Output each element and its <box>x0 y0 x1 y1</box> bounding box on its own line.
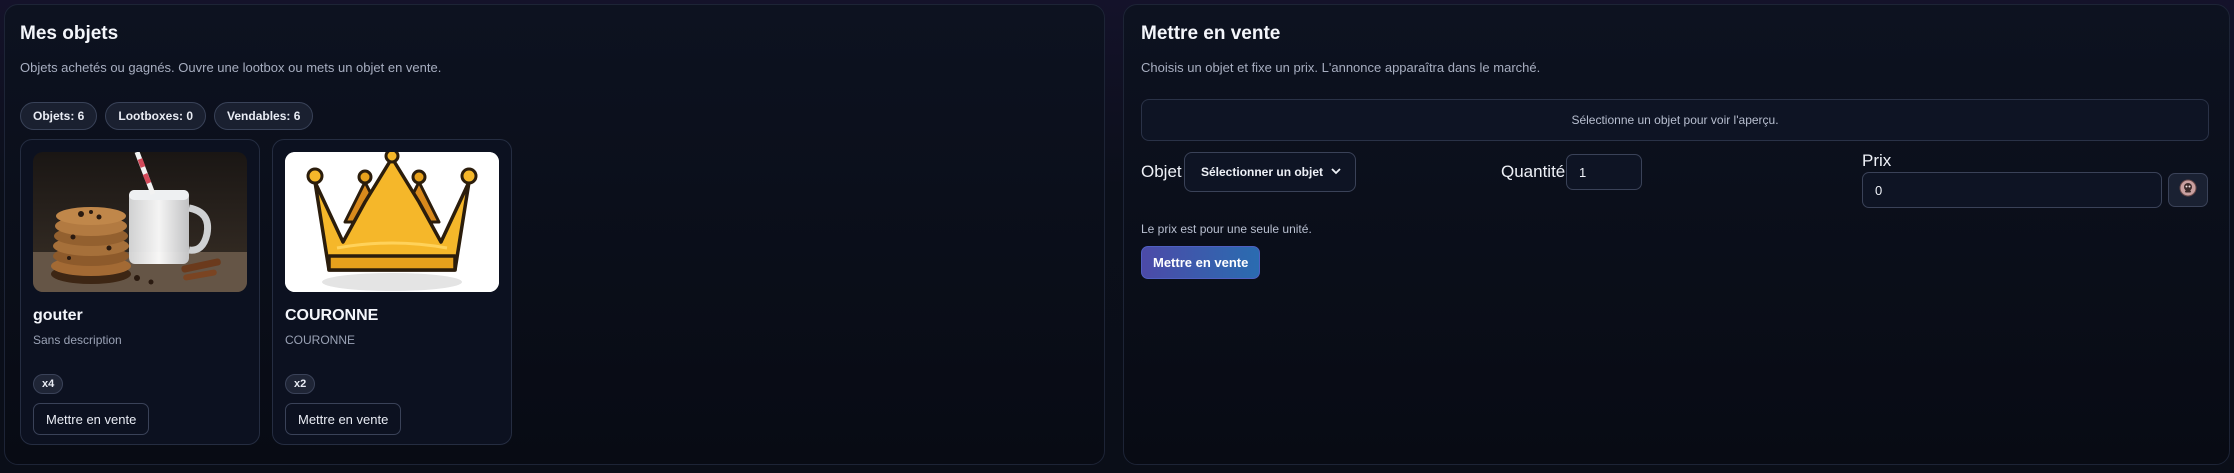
chevron-down-icon <box>1331 167 1341 178</box>
item-description: Sans description <box>33 333 122 347</box>
object-label: Objet <box>1141 162 1182 181</box>
currency-button[interactable] <box>2168 173 2208 207</box>
item-grid: gouter Sans description x4 Mettre en ven… <box>20 139 512 445</box>
item-card-gouter: gouter Sans description x4 Mettre en ven… <box>20 139 260 445</box>
item-quantity-badge: x4 <box>33 374 64 394</box>
sell-item-button[interactable]: Mettre en vente <box>285 403 402 435</box>
price-label: Prix <box>1862 151 1892 170</box>
inventory-title: Mes objets <box>20 23 119 44</box>
item-name: COURONNE <box>285 307 379 324</box>
sell-subtitle: Choisis un objet et fixe un prix. L'anno… <box>1141 60 1541 75</box>
quantity-input[interactable] <box>1566 154 1642 190</box>
item-name: gouter <box>33 307 83 324</box>
price-hint: Le prix est pour une seule unité. <box>1141 222 1312 236</box>
item-preview: Sélectionne un objet pour voir l'aperçu. <box>1141 99 2209 141</box>
cookies-milk-image <box>33 152 247 292</box>
sell-panel: Mettre en vente Choisis un objet et fixe… <box>1123 4 2230 465</box>
object-select[interactable]: Sélectionner un objet <box>1184 152 1356 192</box>
coin-icon <box>2179 179 2197 202</box>
submit-listing-button[interactable]: Mettre en vente <box>1141 246 1261 279</box>
item-description: COURONNE <box>285 333 356 347</box>
object-select-value: Sélectionner un objet <box>1201 165 1324 179</box>
price-input[interactable] <box>1862 172 2162 208</box>
inventory-stats: Objets: 6 Lootboxes: 0 Vendables: 6 <box>20 102 314 130</box>
item-quantity-badge: x2 <box>285 374 316 394</box>
inventory-panel: Mes objets Objets achetés ou gagnés. Ouv… <box>4 4 1105 465</box>
quantity-label: Quantité <box>1501 162 1566 181</box>
stat-objets-badge: Objets: 6 <box>20 102 98 130</box>
item-card-couronne: COURONNE COURONNE x2 Mettre en vente <box>272 139 512 445</box>
sell-item-button[interactable]: Mettre en vente <box>33 403 150 435</box>
stat-vendables-badge: Vendables: 6 <box>214 102 314 130</box>
stat-lootboxes-badge: Lootboxes: 0 <box>105 102 207 130</box>
inventory-subtitle: Objets achetés ou gagnés. Ouvre une loot… <box>20 60 442 75</box>
crown-image <box>285 152 499 292</box>
sell-title: Mettre en vente <box>1141 23 1281 44</box>
